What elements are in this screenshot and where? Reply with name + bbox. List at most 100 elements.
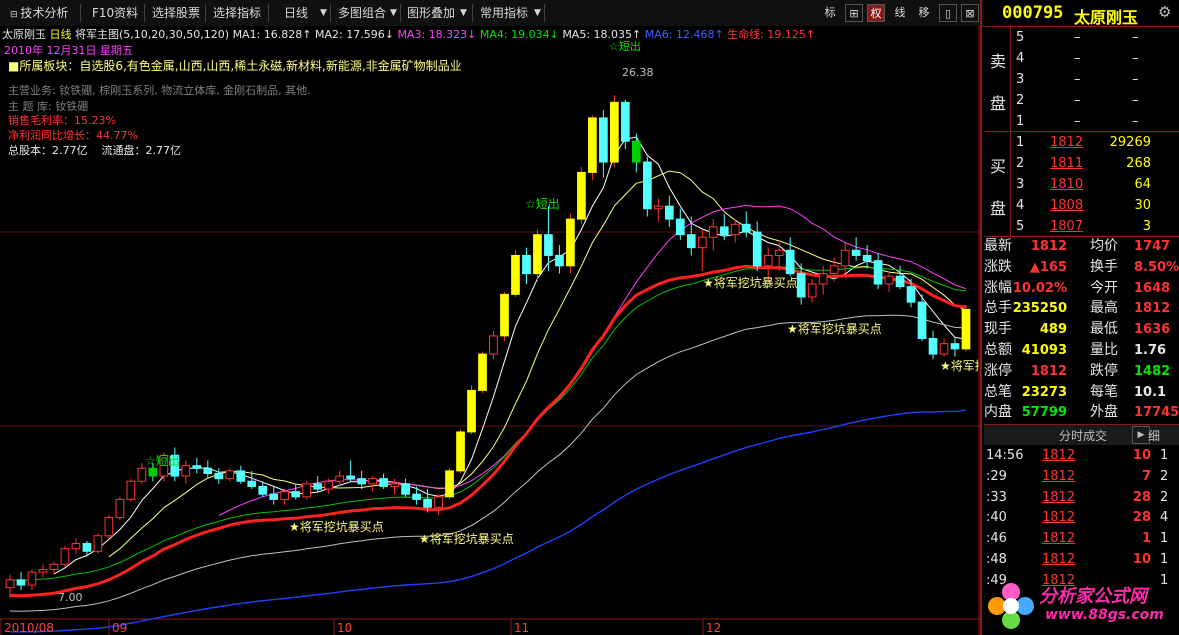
candle[interactable] — [686, 234, 696, 249]
candle[interactable] — [741, 223, 751, 233]
candle[interactable] — [258, 485, 268, 495]
candle[interactable] — [313, 483, 323, 490]
candle[interactable] — [610, 101, 619, 163]
dropdown-arrow-icon[interactable]: ▼ — [316, 3, 331, 23]
candle[interactable] — [269, 493, 279, 500]
candle[interactable] — [840, 249, 850, 267]
candle[interactable] — [752, 231, 762, 267]
candle[interactable] — [126, 480, 136, 500]
candle[interactable] — [917, 301, 927, 339]
menu-overlay[interactable]: 图形叠加 — [403, 3, 459, 23]
candle[interactable] — [730, 223, 740, 236]
candle[interactable] — [675, 218, 685, 236]
candle[interactable] — [653, 205, 663, 210]
candle[interactable] — [181, 465, 191, 477]
candle[interactable] — [873, 260, 883, 285]
tab-rights[interactable]: 权 — [867, 4, 885, 22]
candle[interactable] — [522, 254, 531, 275]
menu-common-indicators[interactable]: 常用指标 — [476, 3, 532, 23]
menu-select-indicator[interactable]: 选择指标 — [209, 3, 265, 23]
candle[interactable] — [599, 117, 608, 163]
candle[interactable] — [642, 161, 652, 210]
candle[interactable] — [631, 140, 641, 163]
candle[interactable] — [774, 249, 784, 256]
candle[interactable] — [412, 493, 421, 500]
candle[interactable] — [16, 579, 26, 586]
grid-icon[interactable]: ⊞ — [845, 4, 863, 22]
gear-icon[interactable]: ⚙ — [1158, 3, 1171, 21]
candle[interactable] — [478, 353, 487, 391]
window-close-icon[interactable]: ⊠ — [961, 4, 979, 22]
candle[interactable] — [851, 249, 861, 256]
candle[interactable] — [588, 117, 597, 173]
candle[interactable] — [445, 470, 454, 498]
candle[interactable] — [71, 543, 81, 550]
dropdown-arrow-icon[interactable]: ▼ — [530, 3, 545, 23]
candle[interactable] — [555, 254, 564, 267]
candle[interactable] — [785, 249, 795, 275]
candle[interactable] — [884, 275, 894, 285]
candle[interactable] — [906, 286, 916, 303]
candle[interactable] — [456, 431, 465, 472]
candle[interactable] — [961, 308, 971, 350]
detail-toggle[interactable]: 细 — [1148, 427, 1160, 444]
candle[interactable] — [368, 478, 377, 485]
menu-f10[interactable]: F10资料 — [88, 3, 142, 23]
candle[interactable] — [379, 478, 388, 487]
candle[interactable] — [104, 517, 114, 537]
tab-line[interactable]: 线 — [891, 4, 909, 22]
menu-multi-chart[interactable]: 多图组合 — [334, 3, 390, 23]
candle[interactable] — [577, 171, 586, 220]
candle[interactable] — [192, 465, 202, 469]
candle[interactable] — [82, 543, 92, 552]
candle[interactable] — [302, 483, 312, 498]
candle[interactable] — [390, 483, 399, 487]
candle[interactable] — [137, 467, 147, 482]
candle[interactable] — [719, 226, 729, 236]
candle[interactable] — [93, 535, 103, 552]
candle[interactable] — [763, 254, 773, 267]
candle[interactable] — [807, 283, 817, 298]
candle[interactable] — [544, 234, 553, 256]
candle[interactable] — [829, 265, 839, 275]
candle[interactable] — [401, 483, 410, 495]
menu-daily[interactable]: 日线 — [280, 3, 312, 23]
tab-mark[interactable]: 标 — [821, 4, 839, 22]
candle[interactable] — [27, 571, 37, 586]
window-restore-icon[interactable]: ▯ — [939, 4, 957, 22]
candle[interactable] — [247, 480, 257, 487]
menu-select-stock[interactable]: 选择股票 — [148, 3, 204, 23]
candle[interactable] — [434, 496, 443, 508]
candle[interactable] — [38, 568, 48, 573]
candle[interactable] — [280, 491, 290, 500]
candle[interactable] — [566, 218, 575, 267]
candle[interactable] — [664, 205, 674, 220]
candle[interactable] — [335, 475, 345, 482]
candle[interactable] — [928, 338, 938, 355]
candle[interactable] — [225, 470, 235, 480]
candle[interactable] — [203, 467, 213, 474]
candle[interactable] — [950, 343, 960, 350]
candle[interactable] — [60, 548, 70, 565]
candle[interactable] — [357, 478, 366, 485]
dropdown-arrow-icon[interactable]: ▼ — [386, 3, 401, 23]
candle[interactable] — [489, 335, 498, 355]
candle[interactable] — [467, 389, 476, 433]
candle[interactable] — [236, 470, 246, 482]
candle[interactable] — [291, 491, 301, 498]
candle[interactable] — [533, 234, 542, 275]
dropdown-arrow-icon[interactable]: ▼ — [456, 3, 471, 23]
candle[interactable] — [500, 293, 509, 337]
candle[interactable] — [423, 498, 432, 508]
candle[interactable] — [796, 273, 806, 298]
candle[interactable] — [214, 472, 224, 480]
candle[interactable] — [511, 254, 520, 295]
candle[interactable] — [148, 467, 158, 477]
tab-move[interactable]: 移 — [915, 4, 933, 22]
candle[interactable] — [939, 343, 949, 355]
candle[interactable] — [862, 254, 872, 262]
candle[interactable] — [324, 480, 334, 490]
candle[interactable] — [708, 226, 718, 238]
candle[interactable] — [115, 498, 125, 519]
candle[interactable] — [818, 273, 828, 285]
